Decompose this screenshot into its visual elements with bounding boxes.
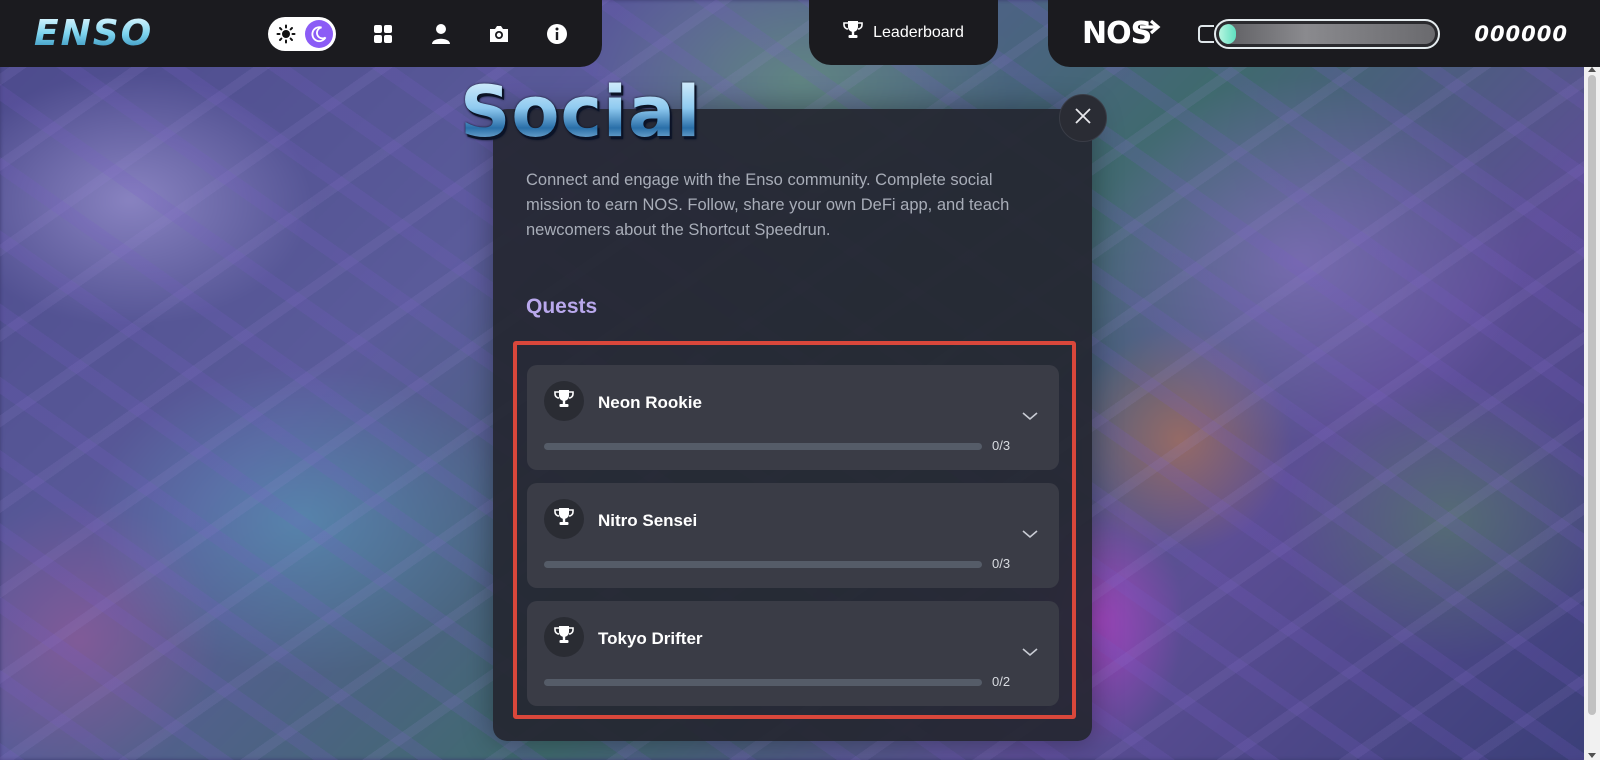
sun-icon[interactable] (274, 22, 298, 46)
grid-icon[interactable] (368, 19, 398, 49)
leaderboard-label: Leaderboard (873, 23, 964, 41)
scrollbar-thumb[interactable] (1588, 75, 1596, 715)
trophy-icon (843, 20, 863, 45)
nitro-gauge-tank (1214, 18, 1440, 49)
info-icon[interactable] (542, 19, 572, 49)
modal-title: Social (460, 72, 722, 152)
scroll-up-arrow[interactable] (1588, 67, 1596, 72)
leaderboard-button[interactable]: Leaderboard (809, 0, 998, 65)
quests-highlight-outline (513, 341, 1076, 719)
moon-icon[interactable] (305, 19, 333, 48)
top-nav-bar: ENSO (0, 0, 602, 67)
nos-status-bar: NOS 000000 (1048, 0, 1600, 67)
quests-heading: Quests (526, 295, 598, 318)
page-scrollbar[interactable] (1584, 67, 1600, 760)
nitro-gauge-fill (1219, 23, 1237, 44)
theme-toggle[interactable] (268, 16, 336, 51)
arrow-icon (1138, 10, 1164, 46)
camera-icon[interactable] (484, 19, 514, 49)
close-icon (1075, 107, 1091, 129)
nos-score: 000000 (1474, 21, 1568, 46)
nitro-gauge-cap (1198, 24, 1214, 43)
scroll-down-arrow[interactable] (1588, 753, 1596, 758)
user-icon[interactable] (426, 19, 456, 49)
close-button[interactable] (1059, 94, 1107, 142)
modal-description: Connect and engage with the Enso communi… (526, 171, 1010, 239)
enso-logo[interactable]: ENSO (34, 15, 232, 52)
nitro-gauge (1198, 18, 1440, 50)
nos-logo: NOS (1082, 16, 1164, 52)
